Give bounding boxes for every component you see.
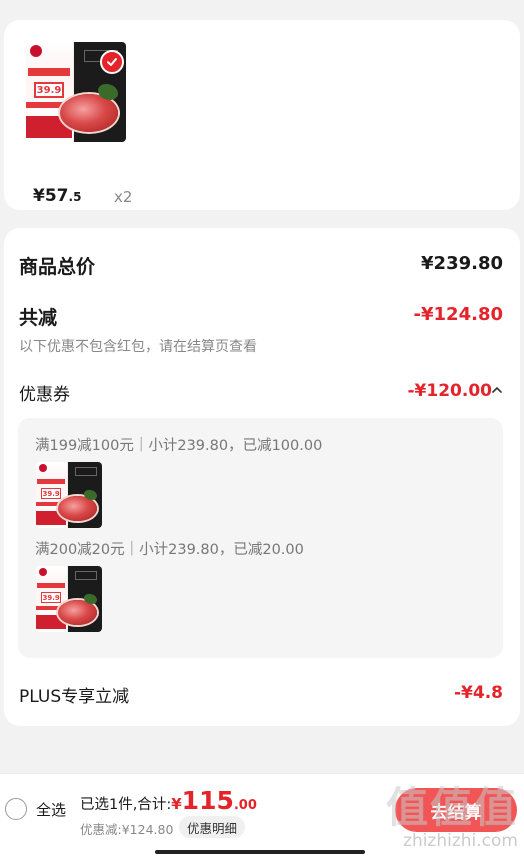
chevron-up-icon[interactable] (491, 384, 503, 396)
selected-check-icon[interactable] (100, 50, 124, 74)
product-image-price: 39.9 (34, 82, 64, 98)
discount-summary: 优惠减:¥124.80 (80, 822, 174, 837)
plus-discount-value: -¥4.8 (454, 683, 503, 703)
coupon-product-image-1[interactable]: 39.9 (36, 462, 102, 528)
total-value: ¥239.80 (421, 253, 503, 274)
reduce-label: 共减 (19, 307, 58, 329)
checkout-bar: 全选 已选1件,合计:¥115.00 优惠减:¥124.80 优惠明细 去结算 … (0, 773, 524, 856)
item-quantity: x2 (114, 188, 133, 206)
coupon-rule-2: 满200减20元｜小计239.80，已减20.00 (35, 542, 304, 558)
reduce-value: -¥124.80 (413, 304, 503, 325)
item-price: ¥57.5 (33, 186, 82, 206)
price-summary-card: 商品总价 ¥239.80 共减 -¥124.80 以下优惠不包含红包，请在结算页… (4, 228, 520, 726)
select-all-label[interactable]: 全选 (36, 799, 66, 820)
coupon-label[interactable]: 优惠券 (19, 380, 70, 405)
plus-discount-label: PLUS专享立减 (19, 687, 130, 707)
coupon-value[interactable]: -¥120.00 (408, 381, 493, 401)
coupon-product-image-2[interactable]: 39.9 (36, 566, 102, 632)
watermark-url: zhizhizhi.com (403, 831, 518, 851)
checkout-button[interactable]: 去结算 (395, 788, 517, 832)
discount-detail-button[interactable]: 优惠明细 (179, 816, 246, 838)
selected-total: 已选1件,合计:¥115.00 (80, 786, 257, 815)
coupon-product-image-1-price: 39.9 (41, 488, 62, 499)
coupon-detail-panel: 满199减100元｜小计239.80，已减100.00 39.9 满200减20… (18, 418, 503, 658)
cart-item-card: 39.9 ¥57.5 x2 (4, 20, 520, 210)
total-label: 商品总价 (19, 256, 96, 278)
select-all-radio[interactable] (5, 798, 27, 820)
discount-note: 以下优惠不包含红包，请在结算页查看 (19, 339, 257, 355)
coupon-product-image-2-price: 39.9 (41, 592, 62, 603)
coupon-rule-1: 满199减100元｜小计239.80，已减100.00 (35, 438, 323, 454)
home-indicator[interactable] (155, 850, 365, 854)
